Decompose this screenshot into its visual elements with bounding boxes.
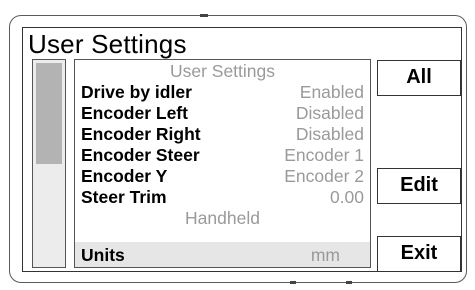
item-label: Encoder Y	[81, 166, 168, 186]
scrollbar-thumb[interactable]	[36, 63, 62, 164]
scrollbar[interactable]	[32, 59, 66, 268]
item-value: Encoder 1	[284, 145, 364, 165]
item-value: 0.00	[329, 187, 364, 207]
item-label: Encoder Right	[81, 124, 201, 144]
item-value: Disabled	[295, 124, 364, 144]
list-item-encoder-right[interactable]: Encoder Right Disabled	[75, 124, 370, 145]
list-item-encoder-left[interactable]: Encoder Left Disabled	[75, 103, 370, 124]
all-button[interactable]: All	[377, 60, 461, 96]
list-item-encoder-steer[interactable]: Encoder Steer Encoder 1	[75, 145, 370, 166]
frame-tick-bottom-right	[346, 281, 352, 284]
item-label: Drive by idler	[81, 82, 192, 102]
frame-tick-top	[200, 14, 208, 17]
section-header-handheld: Handheld	[185, 208, 260, 228]
list-item-encoder-y[interactable]: Encoder Y Encoder 2	[75, 166, 370, 187]
exit-button[interactable]: Exit	[377, 236, 461, 272]
item-label: Encoder Left	[81, 103, 188, 123]
list-item-units[interactable]: Units mm	[75, 242, 370, 267]
page-title: User Settings	[28, 29, 187, 59]
edit-button[interactable]: Edit	[377, 168, 461, 204]
item-label: Encoder Steer	[81, 145, 200, 165]
list-item-drive-by-idler[interactable]: Drive by idler Enabled	[75, 82, 370, 103]
item-label: Units	[81, 245, 125, 265]
item-label: Steer Trim	[81, 187, 167, 207]
item-value: mm	[310, 245, 340, 265]
item-value: Disabled	[295, 103, 364, 123]
settings-list: User Settings Drive by idler Enabled Enc…	[74, 59, 371, 268]
item-value: Enabled	[299, 82, 364, 102]
section-header-user-settings: User Settings	[169, 61, 276, 81]
item-value: Encoder 2	[284, 166, 364, 186]
list-item-steer-trim[interactable]: Steer Trim 0.00	[75, 187, 370, 208]
frame-tick-bottom-left	[290, 281, 296, 284]
